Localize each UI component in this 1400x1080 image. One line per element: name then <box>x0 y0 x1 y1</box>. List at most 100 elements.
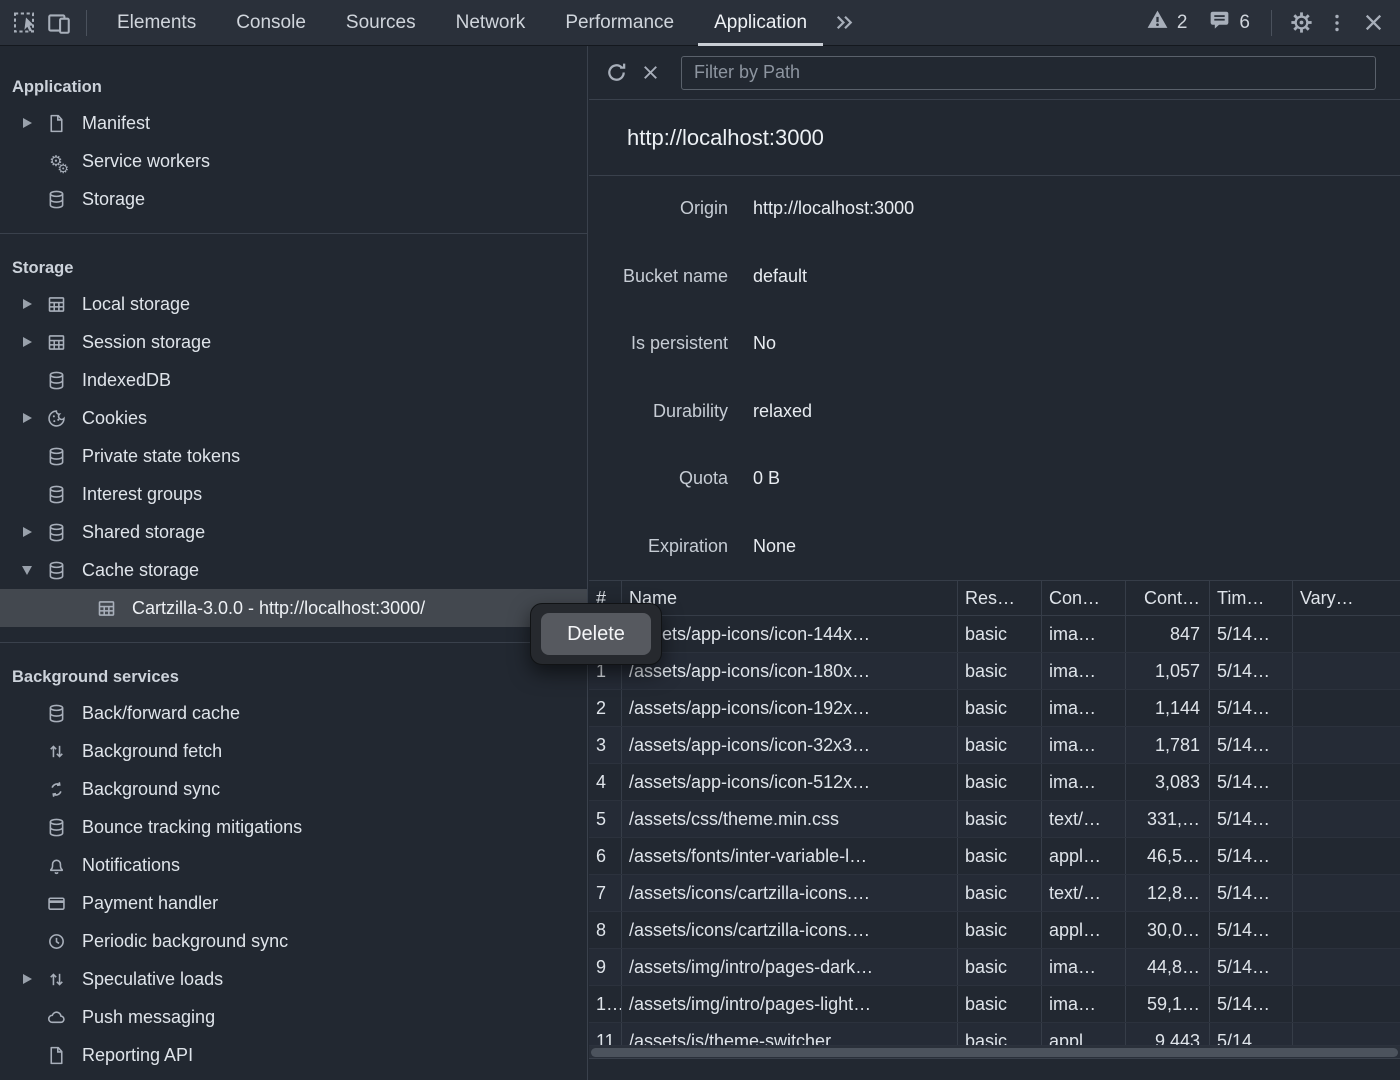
sidebar-item-label: Periodic background sync <box>82 931 288 952</box>
sidebar-item-manifest[interactable]: Manifest <box>0 104 587 142</box>
inspect-element-button[interactable] <box>8 6 42 40</box>
table-row[interactable]: 8/assets/icons/cartzilla-icons.…basicapp… <box>589 912 1400 949</box>
context-menu-delete-item[interactable]: Delete <box>541 613 651 655</box>
section-title-storage: Storage <box>0 251 587 285</box>
sidebar-item-indexeddb[interactable]: IndexedDB <box>0 361 587 399</box>
table-row[interactable]: 6/assets/fonts/inter-variable-l…basicapp… <box>589 838 1400 875</box>
refresh-button[interactable] <box>599 56 633 90</box>
filter-by-path-input[interactable] <box>681 56 1376 90</box>
cell-con: ima… <box>1042 727 1126 763</box>
section-divider <box>0 642 587 643</box>
sidebar-item-cookies[interactable]: Cookies <box>0 399 587 437</box>
sidebar-item-label: Background fetch <box>82 741 222 762</box>
sidebar-item-push-messaging[interactable]: Push messaging <box>0 998 587 1036</box>
cell-res: basic <box>958 875 1042 911</box>
sidebar-item-session-storage[interactable]: Session storage <box>0 323 587 361</box>
more-options-kebab-button[interactable] <box>1320 6 1354 40</box>
table-row[interactable]: 1/assets/app-icons/icon-180x…basicima…1,… <box>589 653 1400 690</box>
cell-name: /assets/app-icons/icon-144x… <box>622 616 958 652</box>
expander-collapsed-icon[interactable] <box>16 337 38 347</box>
cell-vary <box>1293 616 1400 652</box>
table-row[interactable]: 11/assets/js/theme-switcher.…basicappl…9… <box>589 1023 1400 1045</box>
cell-time: 5/14… <box>1210 949 1293 985</box>
table-row[interactable]: 4/assets/app-icons/icon-512x…basicima…3,… <box>589 764 1400 801</box>
table-row[interactable]: 7/assets/icons/cartzilla-icons.…basictex… <box>589 875 1400 912</box>
cell-vary <box>1293 653 1400 689</box>
sidebar-item-storage[interactable]: Storage <box>0 180 587 218</box>
scrollbar-thumb[interactable] <box>591 1048 1398 1057</box>
column-header-vary[interactable]: Vary… <box>1293 581 1400 615</box>
expander-expanded-icon[interactable] <box>16 566 38 575</box>
horizontal-scrollbar[interactable] <box>589 1045 1400 1059</box>
detail-row-expiration: ExpirationNone <box>589 513 1400 581</box>
document-icon <box>44 111 68 135</box>
sidebar-item-payment-handler[interactable]: Payment handler <box>0 884 587 922</box>
detail-value: None <box>753 536 796 557</box>
sidebar-item-cartzilla-3-0-0-http-localhost-3000[interactable]: Cartzilla-3.0.0 - http://localhost:3000/ <box>0 589 587 627</box>
tab-elements[interactable]: Elements <box>97 0 216 46</box>
cell-con: appl… <box>1042 838 1126 874</box>
table-row[interactable]: 5/assets/css/theme.min.cssbasictext/…331… <box>589 801 1400 838</box>
sidebar-item-reporting-api[interactable]: Reporting API <box>0 1036 587 1074</box>
cell-vary <box>1293 838 1400 874</box>
message-count: 6 <box>1239 12 1250 34</box>
detail-value: default <box>753 266 807 287</box>
tab-performance[interactable]: Performance <box>545 0 694 46</box>
sidebar-item-shared-storage[interactable]: Shared storage <box>0 513 587 551</box>
issues-indicator[interactable]: 6 <box>1198 7 1259 38</box>
sidebar-item-back-forward-cache[interactable]: Back/forward cache <box>0 694 587 732</box>
warning-icon <box>1145 7 1170 38</box>
expander-collapsed-icon[interactable] <box>16 118 38 128</box>
sidebar-item-background-sync[interactable]: Background sync <box>0 770 587 808</box>
database-icon <box>44 187 68 211</box>
sidebar-item-service-workers[interactable]: ⚙⚙Service workers <box>0 142 587 180</box>
detail-row-origin: Originhttp://localhost:3000 <box>589 175 1400 243</box>
sidebar-item-background-fetch[interactable]: Background fetch <box>0 732 587 770</box>
cell-con: ima… <box>1042 764 1126 800</box>
devtools-toolbar: ElementsConsoleSourcesNetworkPerformance… <box>0 0 1400 46</box>
sidebar-item-local-storage[interactable]: Local storage <box>0 285 587 323</box>
cloud-icon <box>44 1005 68 1029</box>
settings-gear-button[interactable] <box>1284 6 1318 40</box>
table-row[interactable]: 0/assets/app-icons/icon-144x…basicima…84… <box>589 616 1400 653</box>
tab-console[interactable]: Console <box>216 0 326 46</box>
sidebar-item-cache-storage[interactable]: Cache storage <box>0 551 587 589</box>
card-icon <box>44 891 68 915</box>
tab-application[interactable]: Application <box>694 0 827 46</box>
cell-name: /assets/fonts/inter-variable-l… <box>622 838 958 874</box>
sidebar-item-bounce-tracking-mitigations[interactable]: Bounce tracking mitigations <box>0 808 587 846</box>
cell-name: /assets/app-icons/icon-512x… <box>622 764 958 800</box>
table-row[interactable]: 2/assets/app-icons/icon-192x…basicima…1,… <box>589 690 1400 727</box>
cell-num: 9 <box>589 949 622 985</box>
more-tabs-button[interactable] <box>827 6 861 40</box>
tab-sources[interactable]: Sources <box>326 0 436 46</box>
device-toolbar-button[interactable] <box>42 6 76 40</box>
updown-icon <box>44 967 68 991</box>
table-row[interactable]: 1…/assets/img/intro/pages-light…basicima… <box>589 986 1400 1023</box>
database-icon <box>44 520 68 544</box>
column-header-time[interactable]: Tim… <box>1210 581 1293 615</box>
column-header-size[interactable]: Cont… <box>1126 581 1210 615</box>
sidebar-item-interest-groups[interactable]: Interest groups <box>0 475 587 513</box>
expander-collapsed-icon[interactable] <box>16 974 38 984</box>
column-header-con[interactable]: Con… <box>1042 581 1126 615</box>
expander-collapsed-icon[interactable] <box>16 527 38 537</box>
database-icon <box>44 444 68 468</box>
column-header-res[interactable]: Res… <box>958 581 1042 615</box>
cell-con: ima… <box>1042 653 1126 689</box>
updown-icon <box>44 739 68 763</box>
expander-collapsed-icon[interactable] <box>16 299 38 309</box>
tab-network[interactable]: Network <box>436 0 546 46</box>
close-devtools-button[interactable] <box>1356 6 1390 40</box>
clear-filter-button[interactable] <box>633 56 667 90</box>
expander-collapsed-icon[interactable] <box>16 413 38 423</box>
table-row[interactable]: 9/assets/img/intro/pages-dark…basicima…4… <box>589 949 1400 986</box>
sidebar-item-speculative-loads[interactable]: Speculative loads <box>0 960 587 998</box>
warnings-indicator[interactable]: 2 <box>1136 7 1197 38</box>
sidebar-item-notifications[interactable]: Notifications <box>0 846 587 884</box>
table-row[interactable]: 3/assets/app-icons/icon-32x3…basicima…1,… <box>589 727 1400 764</box>
column-header-name[interactable]: Name <box>622 581 958 615</box>
sidebar-item-periodic-background-sync[interactable]: Periodic background sync <box>0 922 587 960</box>
cell-vary <box>1293 1023 1400 1045</box>
sidebar-item-private-state-tokens[interactable]: Private state tokens <box>0 437 587 475</box>
